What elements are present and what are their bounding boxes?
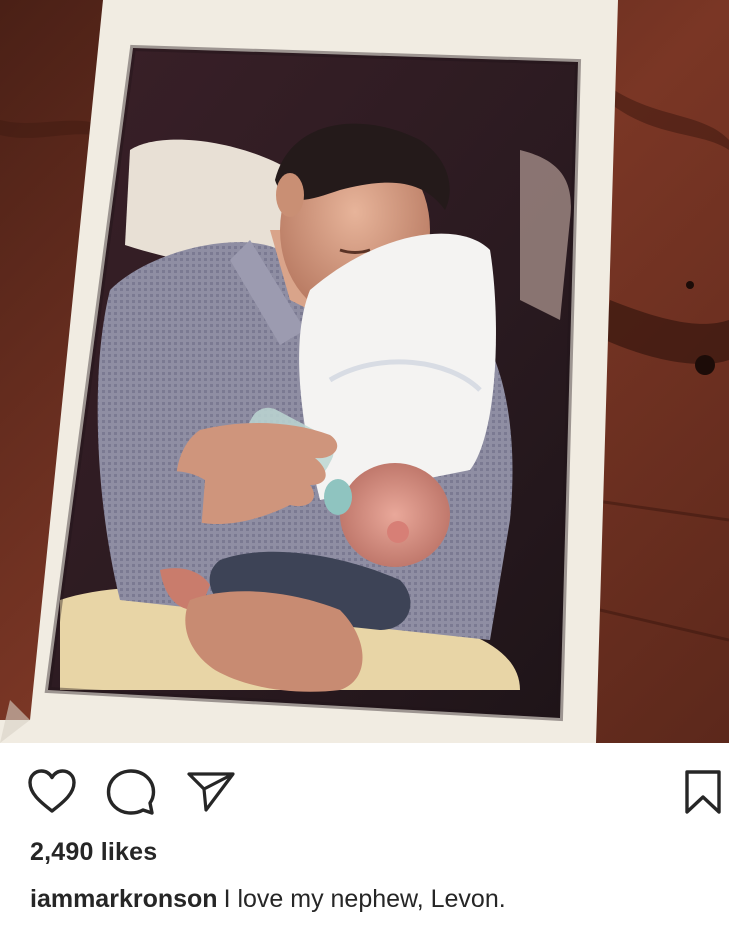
paper-plane-icon [187,772,235,812]
post-caption: iammarkronson I love my nephew, Levon. [30,885,506,914]
caption-text: I love my nephew, Levon. [223,885,506,913]
post-photo[interactable] [0,0,729,743]
save-button[interactable] [684,769,722,815]
comment-button[interactable] [106,768,156,816]
likes-count[interactable]: 2,490 likes [30,838,157,867]
heart-outline-icon [28,769,76,813]
bookmark-outline-icon [685,770,721,814]
share-button[interactable] [186,770,236,814]
post-action-bar [0,743,729,843]
like-button[interactable] [27,768,77,814]
speech-bubble-icon [106,769,156,815]
caption-username[interactable]: iammarkronson [30,885,218,913]
post-photo-graphic [0,0,729,743]
